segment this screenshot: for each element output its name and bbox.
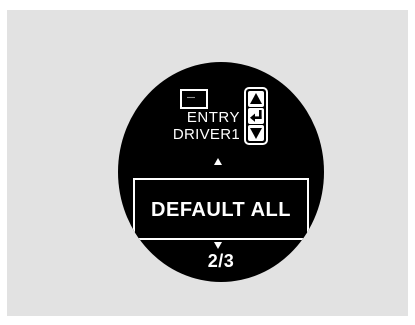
arrow-down-icon[interactable]: [248, 125, 264, 141]
caret-up-icon: [214, 158, 222, 165]
menu-item-default-all[interactable]: DEFAULT ALL: [133, 178, 309, 240]
background-panel: ENTRY DRIVER1 DEFAULT ALL 2/3: [7, 10, 408, 316]
profile-label: DRIVER1: [172, 126, 240, 143]
mode-label: ENTRY: [186, 109, 240, 126]
screen-entry-icon: [180, 89, 208, 109]
round-display: ENTRY DRIVER1 DEFAULT ALL 2/3: [118, 62, 324, 282]
arrow-up-icon[interactable]: [248, 91, 264, 107]
enter-icon[interactable]: [248, 108, 264, 124]
entry-icon-dots: [187, 96, 195, 99]
caret-down-icon: [214, 242, 222, 249]
page-indicator: 2/3: [207, 251, 235, 271]
selector-control: [244, 87, 268, 145]
menu-item-label: DEFAULT ALL: [151, 199, 291, 221]
